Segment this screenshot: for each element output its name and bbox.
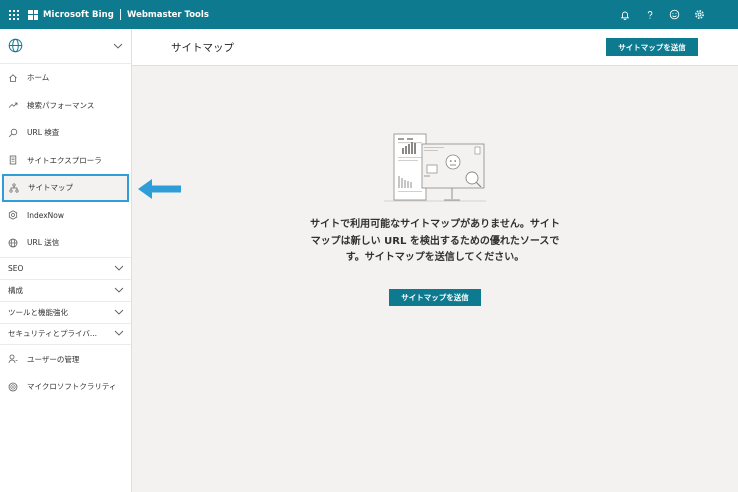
microsoft-logo-icon — [28, 9, 38, 20]
sidebar: ホーム 検索パフォーマンス URL 検査 サイトエクスプローラ サイトマップ I… — [0, 29, 132, 492]
brand-divider — [120, 9, 121, 20]
sidebar-group-label: SEO — [8, 263, 24, 273]
sidebar-item-site-explorer[interactable]: サイトエクスプローラ — [0, 147, 131, 175]
empty-state-submit-sitemap-button[interactable]: サイトマップを送信 — [389, 289, 481, 306]
empty-state-message: サイトで利用可能なサイトマップがありません。サイト マップは新しい URL を検… — [290, 217, 580, 267]
sidebar-item-label: URL 検査 — [27, 128, 60, 138]
sidebar-item-url-inspection[interactable]: URL 検査 — [0, 119, 131, 147]
sidebar-item-label: サイトマップ — [28, 183, 73, 193]
submit-sitemap-button[interactable]: サイトマップを送信 — [606, 38, 698, 56]
empty-message-line: す。サイトマップを送信してください。 — [345, 252, 525, 263]
sidebar-item-label: ユーザーの管理 — [27, 354, 80, 364]
hexagon-icon — [7, 210, 18, 221]
sidebar-item-label: サイトエクスプローラ — [27, 155, 102, 165]
document-icon — [7, 155, 18, 166]
sidebar-item-label: 検索パフォーマンス — [27, 100, 95, 110]
search-icon — [7, 127, 18, 138]
sidebar-item-indexnow[interactable]: IndexNow — [0, 202, 131, 230]
sidebar-item-label: ホーム — [27, 73, 50, 83]
sidebar-group-label: セキュリティとプライバ... — [8, 329, 98, 338]
sitemap-icon — [8, 182, 19, 193]
sidebar-group-seo[interactable]: SEO — [0, 256, 131, 279]
top-bar: Microsoft Bing Webmaster Tools — [0, 0, 738, 29]
sidebar-item-search-performance[interactable]: 検索パフォーマンス — [0, 92, 131, 120]
sidebar-item-label: IndexNow — [27, 210, 64, 220]
chevron-down-icon — [114, 329, 124, 338]
empty-message-line: マップは新しい URL を検出するための優れたソースで — [310, 235, 560, 247]
chevron-down-icon — [114, 308, 124, 317]
chevron-down-icon — [114, 286, 124, 295]
trend-icon — [7, 100, 18, 111]
empty-message-line: サイトで利用可能なサイトマップがありません。サイト — [310, 219, 560, 230]
sidebar-group-tools[interactable]: ツールと機能強化 — [0, 300, 131, 323]
sidebar-group-configuration[interactable]: 構成 — [0, 278, 131, 301]
top-icons — [612, 0, 712, 29]
sidebar-item-home[interactable]: ホーム — [0, 64, 131, 92]
chevron-down-icon[interactable] — [113, 42, 123, 51]
sidebar-item-user-management[interactable]: ユーザーの管理 — [0, 346, 131, 374]
clarity-icon — [7, 381, 18, 392]
sidebar-item-sitemaps[interactable]: サイトマップ — [2, 174, 129, 202]
sidebar-item-label: URL 送信 — [27, 238, 60, 248]
gear-icon[interactable] — [687, 0, 712, 29]
empty-state-illustration — [384, 133, 486, 202]
sidebar-group-label: 構成 — [8, 285, 23, 295]
page-header: サイトマップ サイトマップを送信 — [132, 29, 738, 66]
globe-icon — [7, 237, 18, 248]
app-launcher-icon[interactable] — [9, 9, 19, 20]
callout-arrow-icon — [138, 179, 181, 199]
sidebar-group-security[interactable]: セキュリティとプライバ... — [0, 322, 131, 345]
sidebar-item-label: マイクロソフトクラリティ — [27, 382, 117, 392]
sidebar-item-microsoft-clarity[interactable]: マイクロソフトクラリティ — [0, 373, 131, 401]
globe-icon — [8, 38, 23, 55]
smiley-icon[interactable] — [662, 0, 687, 29]
bell-icon[interactable] — [612, 0, 637, 29]
home-icon — [7, 72, 18, 83]
site-selector[interactable] — [0, 29, 131, 64]
page-title: サイトマップ — [171, 41, 234, 54]
sidebar-group-label: ツールと機能強化 — [8, 307, 68, 317]
brand-name[interactable]: Microsoft Bing — [43, 10, 114, 20]
help-icon[interactable] — [637, 0, 662, 29]
user-icon — [7, 354, 18, 365]
product-name[interactable]: Webmaster Tools — [127, 10, 209, 20]
chevron-down-icon — [114, 264, 124, 273]
sidebar-item-url-submission[interactable]: URL 送信 — [0, 229, 131, 257]
